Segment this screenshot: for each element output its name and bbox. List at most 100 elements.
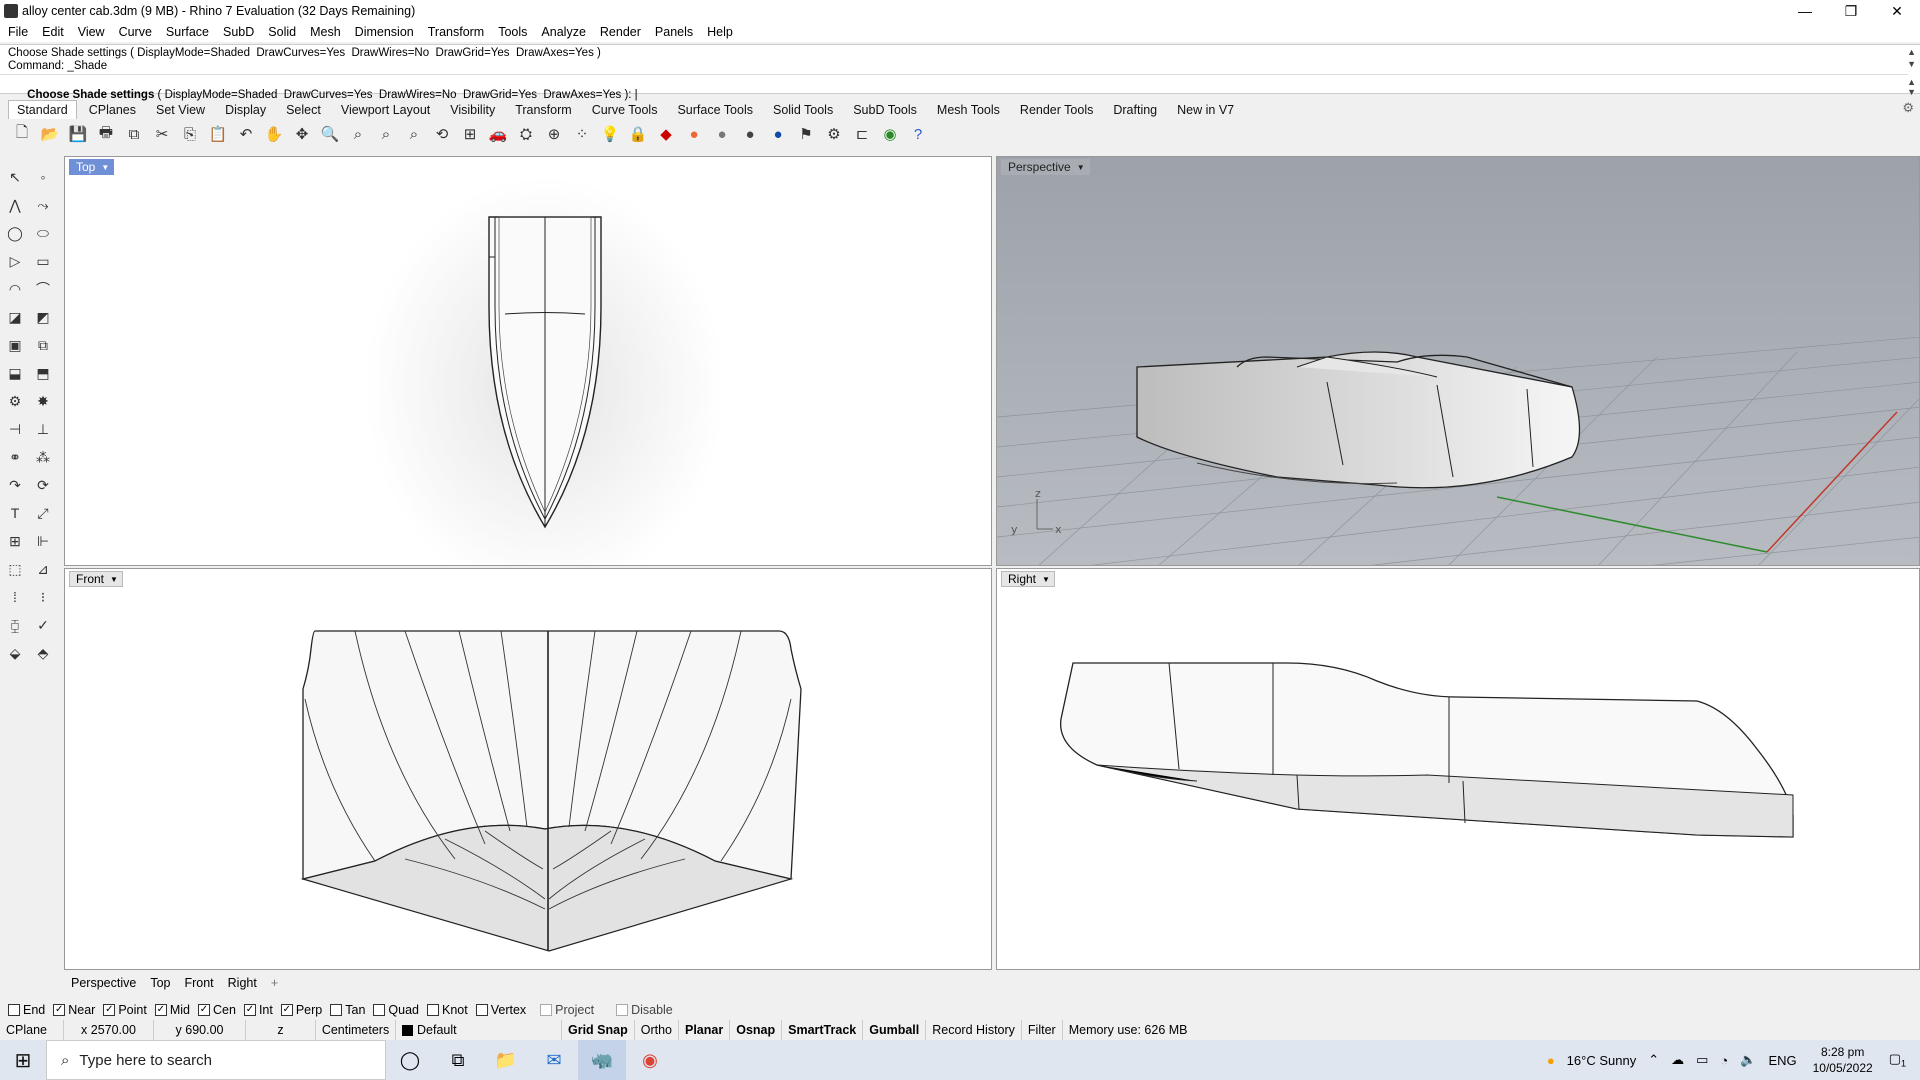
- paste-icon[interactable]: 📋: [206, 122, 230, 146]
- polygon-icon[interactable]: ▷: [4, 250, 26, 272]
- lock-icon[interactable]: 🔒: [626, 122, 650, 146]
- pan-hand-icon[interactable]: ✋: [262, 122, 286, 146]
- osnap-vertex[interactable]: Vertex: [475, 1003, 526, 1017]
- history-scroll-up-icon[interactable]: ▲: [1907, 47, 1916, 57]
- history-scroll-down-icon[interactable]: ▼: [1907, 59, 1916, 69]
- menu-transform[interactable]: Transform: [428, 25, 485, 39]
- osnap-point[interactable]: ✓ Point: [103, 1003, 147, 1017]
- export-icon[interactable]: ⧉: [122, 122, 146, 146]
- menu-panels[interactable]: Panels: [655, 25, 693, 39]
- menu-help[interactable]: Help: [707, 25, 733, 39]
- viewport-label-right[interactable]: Right ▼: [1001, 571, 1055, 587]
- menu-file[interactable]: File: [8, 25, 28, 39]
- rhino-taskbar-icon[interactable]: 🦏: [578, 1040, 626, 1080]
- dimension-tool-icon[interactable]: ⊩: [32, 530, 54, 552]
- osnap-disable[interactable]: Disable: [616, 1003, 673, 1017]
- task-view-icon[interactable]: ⧉: [434, 1040, 482, 1080]
- volume-icon[interactable]: 🔈: [1740, 1052, 1756, 1068]
- status-filter[interactable]: Filter: [1022, 1020, 1063, 1040]
- arc-icon[interactable]: ◠: [4, 278, 26, 300]
- chrome-icon[interactable]: ◉: [626, 1040, 674, 1080]
- tab-drafting[interactable]: Drafting: [1105, 101, 1165, 119]
- tab-set-view[interactable]: Set View: [148, 101, 213, 119]
- save-icon[interactable]: 💾: [66, 122, 90, 146]
- render-sphere-icon[interactable]: ●: [766, 122, 790, 146]
- language-indicator[interactable]: ENG: [1768, 1053, 1796, 1068]
- viewport-label-top[interactable]: Top ▼: [69, 159, 115, 175]
- osnap-tan-checkbox[interactable]: [330, 1004, 343, 1016]
- menu-view[interactable]: View: [78, 25, 105, 39]
- curve-icon[interactable]: ⤳: [32, 194, 54, 216]
- osnap-near-checkbox[interactable]: ✓: [53, 1004, 66, 1016]
- menu-solid[interactable]: Solid: [268, 25, 296, 39]
- status-planar[interactable]: Planar: [679, 1020, 731, 1040]
- mail-icon[interactable]: ✉: [530, 1040, 578, 1080]
- text-icon[interactable]: T: [4, 502, 26, 524]
- minimize-button[interactable]: —: [1782, 0, 1828, 22]
- onedrive-icon[interactable]: ☁: [1671, 1052, 1684, 1068]
- status-record-history[interactable]: Record History: [926, 1020, 1022, 1040]
- menu-subd[interactable]: SubD: [223, 25, 254, 39]
- bend-icon[interactable]: ↷: [4, 474, 26, 496]
- menu-tools[interactable]: Tools: [498, 25, 527, 39]
- status-grid-snap[interactable]: Grid Snap: [562, 1020, 635, 1040]
- tab-display[interactable]: Display: [217, 101, 274, 119]
- osnap-int[interactable]: ✓ Int: [243, 1003, 273, 1017]
- loft-icon[interactable]: ◩: [32, 306, 54, 328]
- tab-mesh-tools[interactable]: Mesh Tools: [929, 101, 1008, 119]
- color-wheel-icon[interactable]: ●: [682, 122, 706, 146]
- shaded-sphere-icon[interactable]: ●: [710, 122, 734, 146]
- osnap-cen-checkbox[interactable]: ✓: [198, 1004, 210, 1016]
- clock[interactable]: 8:28 pm 10/05/2022: [1813, 1044, 1873, 1076]
- osnap-near[interactable]: ✓ Near: [53, 1003, 95, 1017]
- tab-transform[interactable]: Transform: [507, 101, 580, 119]
- menu-analyze[interactable]: Analyze: [541, 25, 585, 39]
- file-explorer-icon[interactable]: 📁: [482, 1040, 530, 1080]
- undo-icon[interactable]: ↶: [234, 122, 258, 146]
- trim-icon[interactable]: ⊣: [4, 418, 26, 440]
- properties-icon[interactable]: ⧮: [4, 614, 26, 636]
- weather-text[interactable]: 16°C Sunny: [1567, 1053, 1637, 1068]
- zoom-icon[interactable]: 🔍: [318, 122, 342, 146]
- status-osnap[interactable]: Osnap: [730, 1020, 783, 1040]
- osnap-tan[interactable]: Tan: [330, 1003, 365, 1017]
- tab-new-in-v7[interactable]: New in V7: [1169, 101, 1242, 119]
- zoom-extents-icon[interactable]: ⌕: [374, 122, 398, 146]
- options-icon[interactable]: ⚙: [822, 122, 846, 146]
- offset-surface-icon[interactable]: ⬒: [32, 362, 54, 384]
- menu-edit[interactable]: Edit: [42, 25, 64, 39]
- tab-select[interactable]: Select: [278, 101, 329, 119]
- osnap-mid[interactable]: ✓ Mid: [154, 1003, 190, 1017]
- tab-subd-tools[interactable]: SubD Tools: [845, 101, 925, 119]
- osnap-quad[interactable]: Quad: [373, 1003, 419, 1017]
- mesh-icon[interactable]: ⚙: [4, 390, 26, 412]
- explode-icon[interactable]: ✸: [32, 390, 54, 412]
- grid-layout-icon[interactable]: ⊞: [458, 122, 482, 146]
- osnap-int-checkbox[interactable]: ✓: [243, 1004, 256, 1016]
- menu-surface[interactable]: Surface: [166, 25, 209, 39]
- circle-icon[interactable]: ◯: [4, 222, 26, 244]
- viewport-right[interactable]: Right ▼: [996, 568, 1920, 970]
- status-units[interactable]: Centimeters: [316, 1020, 396, 1040]
- surface-from-points-icon[interactable]: ◪: [4, 306, 26, 328]
- dimension-icon[interactable]: ⊏: [850, 122, 874, 146]
- tab-visibility[interactable]: Visibility: [442, 101, 503, 119]
- cut-icon[interactable]: ✂: [150, 122, 174, 146]
- scale-icon[interactable]: ⤢: [32, 502, 54, 524]
- viewport-front[interactable]: Front ▼: [64, 568, 992, 970]
- menu-curve[interactable]: Curve: [119, 25, 152, 39]
- cortana-icon[interactable]: ◯: [386, 1040, 434, 1080]
- osnap-end-checkbox[interactable]: [8, 1004, 20, 1016]
- solid-tools-icon[interactable]: ⬚: [4, 558, 26, 580]
- globe-icon[interactable]: ◉: [878, 122, 902, 146]
- add-viewport-icon[interactable]: +: [271, 976, 278, 990]
- point-icon[interactable]: ◦: [32, 166, 54, 188]
- ellipse-icon[interactable]: ⬭: [32, 222, 54, 244]
- osnap-quad-checkbox[interactable]: [373, 1004, 386, 1016]
- zoom-selected-icon[interactable]: ⌕: [402, 122, 426, 146]
- status-gumball[interactable]: Gumball: [863, 1020, 927, 1040]
- status-layer[interactable]: Default: [396, 1020, 562, 1040]
- help-icon[interactable]: ?: [906, 122, 930, 146]
- analyze-icon[interactable]: ⊿: [32, 558, 54, 580]
- menu-dimension[interactable]: Dimension: [355, 25, 414, 39]
